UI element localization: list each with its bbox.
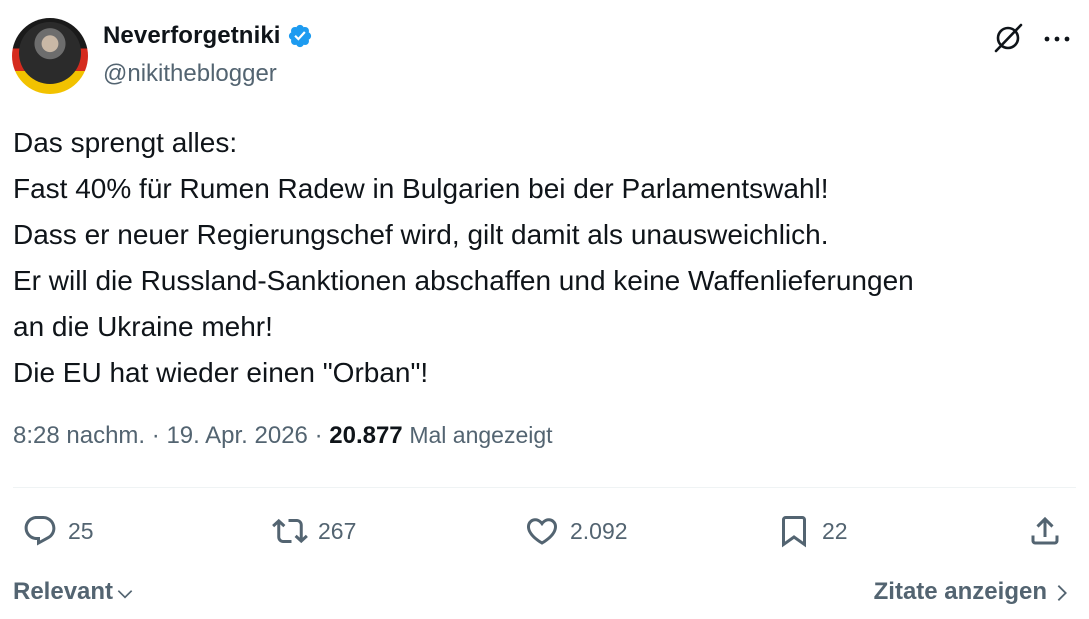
author-display-name[interactable]: Neverforgetniki <box>103 22 281 50</box>
sort-label: Relevant <box>13 578 114 605</box>
reply-button[interactable]: 25 <box>22 513 94 549</box>
grok-icon[interactable] <box>990 20 1026 56</box>
tweet-text: Das sprengt alles: Fast 40% für Rumen Ra… <box>13 120 1083 396</box>
chevron-down-icon <box>117 590 133 599</box>
tweet-line: an die Ukraine mehr! <box>13 311 273 342</box>
reply-icon <box>24 516 56 546</box>
sort-dropdown[interactable]: Relevant <box>13 578 135 606</box>
author-name-row: Neverforgetniki <box>103 22 313 50</box>
view-quotes-link[interactable]: Zitate anzeigen <box>874 578 1073 606</box>
reply-count: 25 <box>68 517 94 544</box>
tweet-line: Dass er neuer Regierungschef wird, gilt … <box>13 219 829 250</box>
tweet-meta: 8:28 nachm. · 19. Apr. 2026 · 20.877 Mal… <box>13 422 553 450</box>
retweet-count: 267 <box>318 517 357 544</box>
like-count: 2.092 <box>570 517 628 544</box>
meta-separator: · <box>151 422 160 449</box>
more-icon[interactable] <box>1040 22 1074 56</box>
meta-separator: · <box>314 422 323 449</box>
tweet-line: Das sprengt alles: <box>13 127 238 158</box>
divider <box>13 487 1076 488</box>
bookmark-icon <box>782 516 806 548</box>
avatar[interactable] <box>12 18 88 94</box>
tweet-time[interactable]: 8:28 nachm. <box>13 422 145 449</box>
views-label: Mal angezeigt <box>409 422 553 448</box>
views-count: 20.877 <box>329 422 403 449</box>
verified-badge-icon[interactable] <box>287 23 313 49</box>
retweet-button[interactable]: 267 <box>272 513 356 549</box>
share-icon <box>1031 516 1059 545</box>
like-button[interactable]: 2.092 <box>524 513 628 549</box>
tweet-line: Er will die Russland-Sanktionen abschaff… <box>13 265 914 296</box>
author-handle[interactable]: @nikitheblogger <box>103 60 277 88</box>
tweet-line: Die EU hat wieder einen "Orban"! <box>13 357 429 388</box>
share-button[interactable] <box>1027 513 1063 549</box>
tweet-card: Neverforgetniki @nikitheblogger Das spre… <box>0 0 1089 619</box>
bookmark-count: 22 <box>822 517 848 544</box>
avatar-image <box>19 22 81 84</box>
heart-icon <box>526 518 558 545</box>
quotes-label: Zitate anzeigen <box>873 578 1047 605</box>
tweet-date[interactable]: 19. Apr. 2026 <box>166 422 307 449</box>
bookmark-button[interactable]: 22 <box>776 513 848 549</box>
chevron-right-icon <box>1057 585 1067 601</box>
retweet-icon <box>272 518 308 544</box>
tweet-line: Fast 40% für Rumen Radew in Bulgarien be… <box>13 173 829 204</box>
